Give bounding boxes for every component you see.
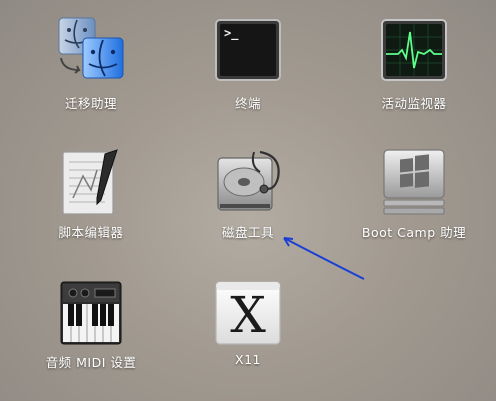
script-editor-icon — [55, 146, 127, 218]
app-audio-midi-setup[interactable]: 音频 MIDI 设置 — [31, 278, 151, 388]
terminal-prompt: >_ — [224, 26, 239, 40]
x11-icon: X — [212, 278, 284, 350]
app-label: 迁移助理 — [64, 96, 117, 111]
boot-camp-icon — [378, 146, 450, 218]
app-label: Boot Camp 助理 — [361, 225, 467, 240]
app-x11[interactable]: X X11 — [188, 278, 308, 388]
activity-monitor-icon — [378, 14, 450, 86]
app-label: 终端 — [234, 96, 261, 111]
app-label: 脚本编辑器 — [58, 225, 124, 240]
terminal-icon: >_ — [212, 14, 284, 86]
app-label: 音频 MIDI 设置 — [45, 355, 137, 370]
app-terminal[interactable]: >_ 终端 — [188, 14, 308, 124]
app-activity-monitor[interactable]: 活动监视器 — [354, 14, 474, 124]
app-migration-assistant[interactable]: 迁移助理 — [31, 14, 151, 124]
x11-glyph: X — [230, 286, 266, 344]
app-disk-utility[interactable]: 磁盘工具 — [188, 146, 308, 256]
audio-midi-setup-icon — [55, 278, 127, 350]
app-script-editor[interactable]: 脚本编辑器 — [31, 146, 151, 256]
app-boot-camp[interactable]: Boot Camp 助理 — [354, 146, 474, 256]
disk-utility-icon — [212, 146, 284, 218]
migration-assistant-icon — [55, 14, 127, 86]
app-label: 活动监视器 — [381, 96, 447, 111]
app-label: X11 — [235, 352, 261, 367]
app-label: 磁盘工具 — [221, 225, 274, 240]
